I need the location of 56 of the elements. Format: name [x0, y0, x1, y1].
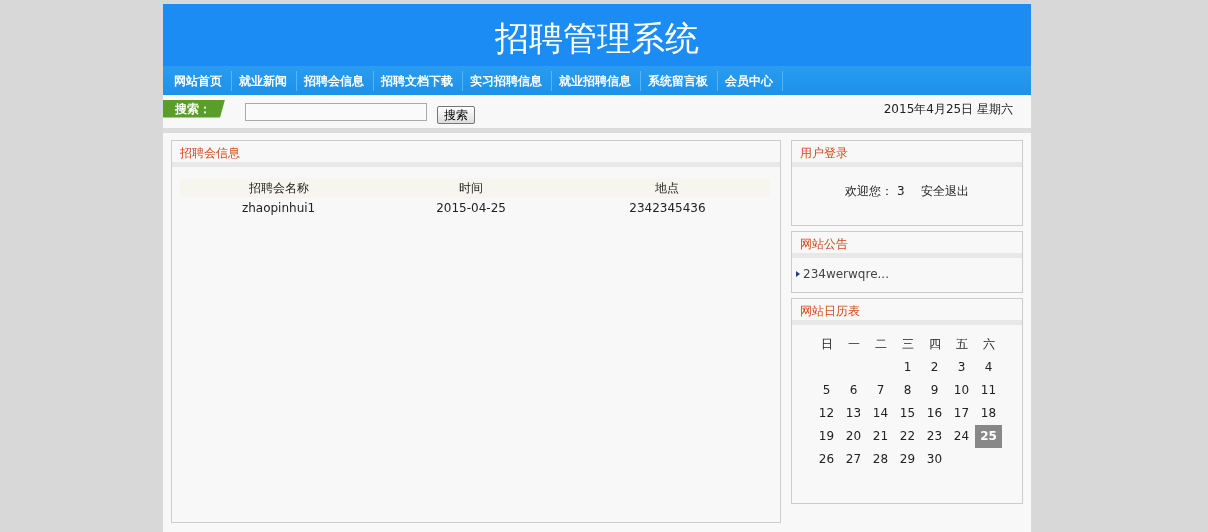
calendar-day[interactable]: 28 [867, 448, 894, 471]
calendar-day[interactable]: 25 [975, 425, 1002, 448]
calendar-day[interactable]: 18 [975, 402, 1002, 425]
weekday-label: 一 [846, 336, 861, 353]
search-button[interactable]: 搜索 [437, 105, 475, 124]
calendar-day[interactable]: 3 [948, 356, 975, 379]
weekday-label: 六 [981, 336, 996, 353]
calendar-day[interactable]: 4 [975, 356, 1002, 379]
bullet-icon [796, 271, 800, 277]
calendar-day[interactable]: 23 [921, 425, 948, 448]
calendar-day[interactable]: 21 [867, 425, 894, 448]
weekday-label: 二 [873, 336, 888, 353]
table-cell: zhaopinhui1 [180, 198, 378, 218]
search-field[interactable] [245, 102, 427, 121]
calendar-day[interactable]: 14 [867, 402, 894, 425]
weekday-label: 四 [927, 336, 942, 353]
calendar-day[interactable]: 11 [975, 379, 1002, 402]
column-header: 招聘会名称 [180, 178, 378, 198]
calendar-day[interactable]: 27 [840, 448, 867, 471]
calendar-day[interactable]: 6 [840, 379, 867, 402]
logout-link[interactable]: 安全退出 [920, 183, 969, 200]
panel-title: 用户登录 [792, 141, 1022, 167]
search-label: 搜索： [163, 99, 225, 118]
panel-title: 招聘会信息 [172, 141, 780, 167]
calendar-day[interactable]: 30 [921, 448, 948, 471]
calendar-day[interactable]: 2 [921, 356, 948, 379]
calendar-day[interactable]: 26 [813, 448, 840, 471]
weekday-label: 三 [900, 336, 915, 353]
site-title: 招聘管理系统 [495, 17, 699, 60]
calendar-day[interactable]: 7 [867, 379, 894, 402]
weekday-label: 日 [819, 336, 834, 353]
welcome-text: 欢迎您： 3 [845, 183, 905, 200]
table-cell: 2342345436 [564, 198, 770, 218]
calendar-day[interactable]: 17 [948, 402, 975, 425]
current-date: 2015年4月25日 星期六 [883, 101, 1013, 118]
column-header: 地点 [564, 178, 770, 198]
panel-title: 网站公告 [792, 232, 1022, 258]
calendar-day[interactable]: 15 [894, 402, 921, 425]
calendar-day[interactable]: 24 [948, 425, 975, 448]
weekday-label: 五 [954, 336, 969, 353]
calendar-day[interactable]: 19 [813, 425, 840, 448]
calendar-day[interactable]: 16 [921, 402, 948, 425]
calendar-day[interactable]: 5 [813, 379, 840, 402]
calendar-day[interactable]: 8 [894, 379, 921, 402]
notice-link[interactable]: 234werwqre... [803, 267, 889, 281]
calendar-day[interactable]: 20 [840, 425, 867, 448]
calendar-day[interactable]: 1 [894, 356, 921, 379]
panel-title: 网站日历表 [792, 299, 1022, 325]
calendar-day[interactable]: 13 [840, 402, 867, 425]
calendar-day[interactable]: 10 [948, 379, 975, 402]
column-header: 时间 [377, 178, 565, 198]
calendar-day[interactable]: 9 [921, 379, 948, 402]
calendar-day[interactable]: 29 [894, 448, 921, 471]
table-cell: 2015-04-25 [377, 198, 565, 218]
calendar-day[interactable]: 12 [813, 402, 840, 425]
calendar-day[interactable]: 22 [894, 425, 921, 448]
